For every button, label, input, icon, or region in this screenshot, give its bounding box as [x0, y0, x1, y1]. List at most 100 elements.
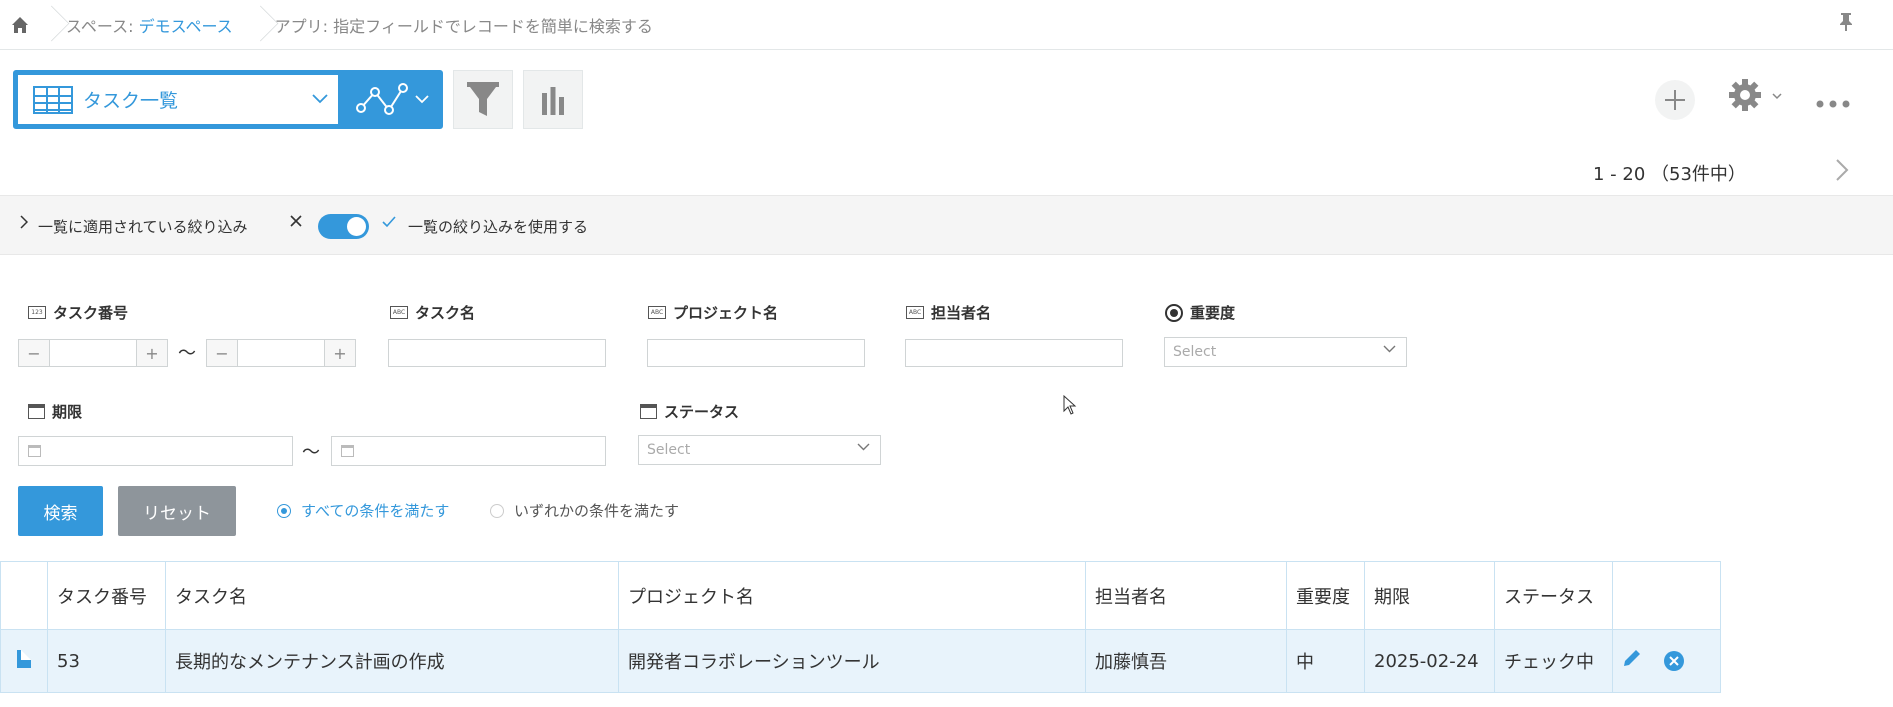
gear-icon — [1729, 79, 1761, 111]
project-name-input[interactable] — [647, 339, 865, 367]
field-label-due: 期限 — [28, 401, 82, 422]
breadcrumb: スペース: デモスペース アプリ: 指定フィールドでレコードを簡単に検索する — [0, 0, 1893, 50]
radio-selected-icon — [277, 503, 291, 518]
minus-icon[interactable]: − — [207, 340, 237, 366]
column-header-task-name[interactable]: タスク名 — [165, 561, 619, 630]
range-tilde: 〜 — [302, 442, 320, 463]
graph-view-button[interactable] — [343, 75, 443, 124]
radio-field-icon — [1165, 303, 1183, 322]
plus-icon[interactable]: + — [325, 340, 355, 366]
view-selector: タスク一覧 — [13, 70, 443, 129]
column-header-due[interactable]: 期限 — [1364, 561, 1495, 630]
check-icon — [382, 214, 396, 232]
ellipsis-icon — [1816, 100, 1850, 108]
column-header-priority[interactable]: 重要度 — [1286, 561, 1365, 630]
table-header-row: タスク番号 タスク名 プロジェクト名 担当者名 重要度 期限 ステータス — [0, 561, 1721, 630]
cell-assignee: 加藤慎吾 — [1085, 629, 1287, 693]
priority-select[interactable]: Select — [1164, 337, 1407, 367]
applied-filter-label[interactable]: 一覧に適用されている絞り込み — [38, 216, 248, 237]
table-header-lead — [0, 561, 48, 630]
range-tilde: 〜 — [178, 343, 196, 364]
field-label-priority: 重要度 — [1165, 302, 1235, 323]
column-header-assignee[interactable]: 担当者名 — [1085, 561, 1287, 630]
calendar-field-icon — [28, 404, 45, 419]
due-to-input[interactable] — [331, 436, 606, 466]
table-row[interactable]: 53 長期的なメンテナンス計画の作成 開発者コラボレーションツール 加藤慎吾 中… — [0, 629, 1721, 693]
minus-icon[interactable]: − — [19, 340, 49, 366]
chevron-right-icon[interactable] — [20, 215, 29, 233]
text-field-icon: ABC — [390, 306, 408, 319]
due-from-input[interactable] — [18, 436, 293, 466]
cell-task-no: 53 — [47, 629, 166, 693]
column-header-project-name[interactable]: プロジェクト名 — [618, 561, 1086, 630]
chevron-down-icon — [1383, 342, 1396, 357]
task-no-to-input[interactable] — [237, 340, 325, 366]
filter-toggle[interactable] — [318, 214, 369, 239]
field-label-project-name: ABC プロジェクト名 — [648, 302, 778, 323]
bar-chart-icon — [542, 86, 564, 115]
status-select[interactable]: Select — [638, 435, 881, 465]
cell-actions — [1612, 629, 1721, 693]
text-field-icon: ABC — [906, 306, 924, 319]
pencil-icon[interactable] — [1622, 648, 1642, 674]
match-any-radio[interactable]: いずれかの条件を満たす — [490, 500, 679, 521]
number-field-icon: 123 — [28, 306, 46, 319]
view-dropdown[interactable]: タスク一覧 — [18, 75, 338, 124]
breadcrumb-separator — [249, 0, 263, 50]
breadcrumb-space-prefix: スペース: — [66, 16, 139, 36]
line-graph-icon — [356, 82, 429, 115]
task-no-from-input[interactable] — [49, 340, 137, 366]
document-icon[interactable] — [17, 649, 31, 668]
breadcrumb-app: アプリ: 指定フィールドでレコードを簡単に検索する — [274, 16, 653, 36]
field-label-task-no: 123 タスク番号 — [28, 302, 128, 323]
field-label-assignee: ABC 担当者名 — [906, 302, 991, 323]
column-header-status[interactable]: ステータス — [1494, 561, 1613, 630]
next-page-button[interactable] — [1835, 158, 1849, 189]
text-field-icon: ABC — [648, 306, 666, 319]
mouse-cursor-icon — [1063, 394, 1077, 419]
record-detail-cell[interactable] — [0, 629, 48, 693]
breadcrumb-separator — [40, 0, 54, 50]
view-name: タスク一覧 — [83, 90, 179, 112]
status-field-icon — [640, 404, 657, 419]
use-filter-label: 一覧の絞り込みを使用する — [408, 218, 589, 236]
more-options-button[interactable] — [1816, 85, 1850, 113]
calendar-icon — [341, 445, 354, 457]
add-record-button[interactable] — [1655, 80, 1695, 120]
search-button[interactable]: 検索 — [18, 486, 103, 536]
match-all-radio[interactable]: すべての条件を満たす — [277, 500, 449, 521]
delete-icon[interactable] — [1664, 651, 1684, 671]
chevron-down-icon — [857, 440, 870, 455]
plus-icon[interactable]: + — [137, 340, 167, 366]
priority-select-placeholder: Select — [1173, 344, 1217, 360]
cell-due: 2025-02-24 — [1364, 629, 1495, 693]
task-no-from-stepper[interactable]: − + — [18, 339, 168, 367]
records-table: タスク番号 タスク名 プロジェクト名 担当者名 重要度 期限 ステータス 53 … — [0, 561, 1721, 693]
chevron-down-icon — [312, 89, 328, 108]
field-label-task-name: ABC タスク名 — [390, 302, 475, 323]
task-no-to-stepper[interactable]: − + — [206, 339, 356, 367]
graph-button[interactable] — [523, 70, 583, 129]
filter-band: 一覧に適用されている絞り込み 一覧の絞り込みを使用する — [0, 195, 1893, 255]
chevron-down-icon — [1772, 92, 1782, 103]
task-name-input[interactable] — [388, 339, 606, 367]
reset-button[interactable]: リセット — [118, 486, 236, 536]
field-label-status: ステータス — [640, 401, 739, 422]
close-icon[interactable] — [289, 212, 303, 233]
funnel-icon — [467, 81, 499, 116]
radio-unselected-icon — [490, 503, 504, 518]
plus-icon — [1665, 90, 1685, 110]
cell-task-name: 長期的なメンテナンス計画の作成 — [165, 629, 619, 693]
chevron-right-icon — [1836, 159, 1849, 181]
table-view-icon — [33, 85, 73, 114]
settings-button[interactable] — [1728, 78, 1762, 119]
status-select-placeholder: Select — [647, 442, 691, 458]
assignee-input[interactable] — [905, 339, 1123, 367]
cell-status: チェック中 — [1494, 629, 1613, 693]
breadcrumb-space-link[interactable]: デモスペース — [139, 17, 233, 36]
pin-icon[interactable] — [1839, 12, 1853, 37]
breadcrumb-space[interactable]: スペース: デモスペース — [54, 13, 249, 37]
cell-priority: 中 — [1286, 629, 1365, 693]
column-header-task-no[interactable]: タスク番号 — [47, 561, 166, 630]
filter-button[interactable] — [453, 70, 513, 129]
